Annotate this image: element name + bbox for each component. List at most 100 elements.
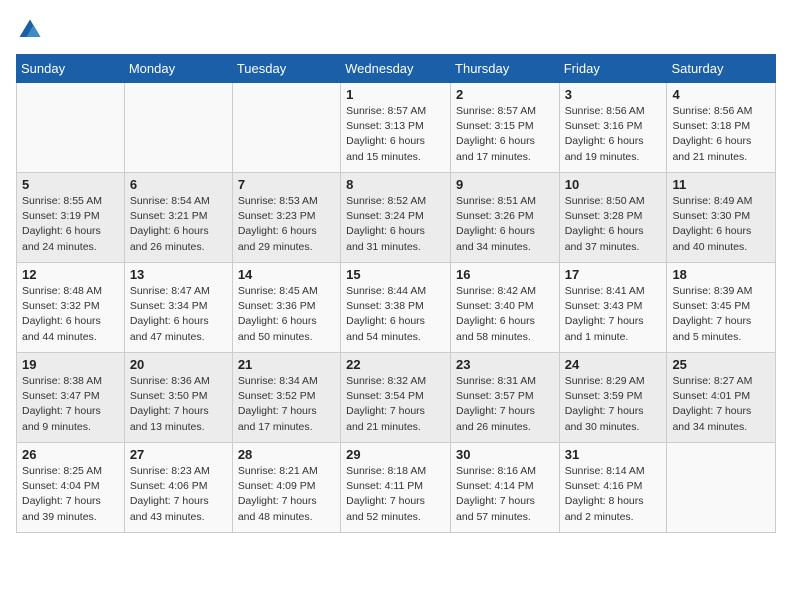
calendar-cell: 27 Sunrise: 8:23 AM Sunset: 4:06 PM Dayli… [124, 443, 232, 533]
calendar-cell: 16 Sunrise: 8:42 AM Sunset: 3:40 PM Dayli… [451, 263, 560, 353]
day-number: 23 [456, 357, 554, 372]
day-info: Sunrise: 8:25 AM Sunset: 4:04 PM Dayligh… [22, 464, 119, 525]
calendar-cell [667, 443, 776, 533]
calendar-cell: 14Sunrise: 8:45 AM Sunset: 3:36 PM Dayli… [232, 263, 340, 353]
day-number: 24 [565, 357, 662, 372]
day-number: 16 [456, 267, 554, 282]
calendar-cell: 21Sunrise: 8:34 AM Sunset: 3:52 PM Dayli… [232, 353, 340, 443]
calendar-week-row: 12 Sunrise: 8:48 AM Sunset: 3:32 PM Dayli… [17, 263, 776, 353]
day-of-week-header: Tuesday [232, 55, 340, 83]
calendar-cell [124, 83, 232, 173]
day-info: Sunrise: 8:14 AM Sunset: 4:16 PM Dayligh… [565, 464, 662, 525]
day-info: Sunrise: 8:36 AM Sunset: 3:50 PM Dayligh… [130, 374, 227, 435]
calendar-week-row: 5 Sunrise: 8:55 AM Sunset: 3:19 PM Daylig… [17, 173, 776, 263]
day-number: 31 [565, 447, 662, 462]
calendar-cell: 9 Sunrise: 8:51 AM Sunset: 3:26 PM Daylig… [451, 173, 560, 263]
day-of-week-header: Sunday [17, 55, 125, 83]
day-info: Sunrise: 8:27 AM Sunset: 4:01 PM Dayligh… [672, 374, 770, 435]
day-number: 28 [238, 447, 335, 462]
calendar-cell: 6 Sunrise: 8:54 AM Sunset: 3:21 PM Daylig… [124, 173, 232, 263]
day-info: Sunrise: 8:39 AM Sunset: 3:45 PM Dayligh… [672, 284, 770, 345]
calendar-header-row: SundayMondayTuesdayWednesdayThursdayFrid… [17, 55, 776, 83]
calendar-cell: 12 Sunrise: 8:48 AM Sunset: 3:32 PM Dayli… [17, 263, 125, 353]
calendar-cell: 3 Sunrise: 8:56 AM Sunset: 3:16 PM Daylig… [559, 83, 667, 173]
calendar-cell: 20 Sunrise: 8:36 AM Sunset: 3:50 PM Dayli… [124, 353, 232, 443]
day-number: 18 [672, 267, 770, 282]
day-number: 5 [22, 177, 119, 192]
calendar-cell: 8Sunrise: 8:52 AM Sunset: 3:24 PM Daylig… [341, 173, 451, 263]
calendar-week-row: 26 Sunrise: 8:25 AM Sunset: 4:04 PM Dayli… [17, 443, 776, 533]
day-number: 20 [130, 357, 227, 372]
day-number: 8 [346, 177, 445, 192]
day-info: Sunrise: 8:45 AM Sunset: 3:36 PM Dayligh… [238, 284, 335, 345]
calendar-cell: 10 Sunrise: 8:50 AM Sunset: 3:28 PM Dayli… [559, 173, 667, 263]
day-info: Sunrise: 8:55 AM Sunset: 3:19 PM Dayligh… [22, 194, 119, 255]
day-number: 6 [130, 177, 227, 192]
day-number: 9 [456, 177, 554, 192]
day-number: 11 [672, 177, 770, 192]
calendar-cell: 26 Sunrise: 8:25 AM Sunset: 4:04 PM Dayli… [17, 443, 125, 533]
calendar-cell: 15Sunrise: 8:44 AM Sunset: 3:38 PM Dayli… [341, 263, 451, 353]
day-info: Sunrise: 8:56 AM Sunset: 3:16 PM Dayligh… [565, 104, 662, 165]
day-info: Sunrise: 8:53 AM Sunset: 3:23 PM Dayligh… [238, 194, 335, 255]
calendar-cell: 2 Sunrise: 8:57 AM Sunset: 3:15 PM Daylig… [451, 83, 560, 173]
calendar-cell: 5 Sunrise: 8:55 AM Sunset: 3:19 PM Daylig… [17, 173, 125, 263]
day-of-week-header: Friday [559, 55, 667, 83]
day-number: 29 [346, 447, 445, 462]
day-info: Sunrise: 8:23 AM Sunset: 4:06 PM Dayligh… [130, 464, 227, 525]
calendar-cell: 28 Sunrise: 8:21 AM Sunset: 4:09 PM Dayli… [232, 443, 340, 533]
day-number: 22 [346, 357, 445, 372]
day-info: Sunrise: 8:38 AM Sunset: 3:47 PM Dayligh… [22, 374, 119, 435]
day-info: Sunrise: 8:57 AM Sunset: 3:13 PM Dayligh… [346, 104, 445, 165]
day-info: Sunrise: 8:18 AM Sunset: 4:11 PM Dayligh… [346, 464, 445, 525]
logo [16, 16, 48, 44]
day-info: Sunrise: 8:42 AM Sunset: 3:40 PM Dayligh… [456, 284, 554, 345]
calendar-cell: 17 Sunrise: 8:41 AM Sunset: 3:43 PM Dayli… [559, 263, 667, 353]
calendar-table: SundayMondayTuesdayWednesdayThursdayFrid… [16, 54, 776, 533]
day-number: 10 [565, 177, 662, 192]
day-number: 7 [238, 177, 335, 192]
calendar-cell: 29 Sunrise: 8:18 AM Sunset: 4:11 PM Dayli… [341, 443, 451, 533]
day-info: Sunrise: 8:31 AM Sunset: 3:57 PM Dayligh… [456, 374, 554, 435]
day-number: 25 [672, 357, 770, 372]
day-info: Sunrise: 8:56 AM Sunset: 3:18 PM Dayligh… [672, 104, 770, 165]
day-info: Sunrise: 8:50 AM Sunset: 3:28 PM Dayligh… [565, 194, 662, 255]
day-number: 3 [565, 87, 662, 102]
calendar-cell: 11 Sunrise: 8:49 AM Sunset: 3:30 PM Dayli… [667, 173, 776, 263]
day-number: 27 [130, 447, 227, 462]
day-of-week-header: Saturday [667, 55, 776, 83]
calendar-cell [17, 83, 125, 173]
day-number: 13 [130, 267, 227, 282]
day-number: 12 [22, 267, 119, 282]
day-number: 17 [565, 267, 662, 282]
page-header [16, 16, 776, 44]
day-number: 19 [22, 357, 119, 372]
day-number: 30 [456, 447, 554, 462]
day-number: 2 [456, 87, 554, 102]
day-info: Sunrise: 8:47 AM Sunset: 3:34 PM Dayligh… [130, 284, 227, 345]
day-info: Sunrise: 8:16 AM Sunset: 4:14 PM Dayligh… [456, 464, 554, 525]
calendar-cell: 7 Sunrise: 8:53 AM Sunset: 3:23 PM Daylig… [232, 173, 340, 263]
day-of-week-header: Thursday [451, 55, 560, 83]
day-info: Sunrise: 8:29 AM Sunset: 3:59 PM Dayligh… [565, 374, 662, 435]
calendar-cell: 4Sunrise: 8:56 AM Sunset: 3:18 PM Daylig… [667, 83, 776, 173]
calendar-cell: 1 Sunrise: 8:57 AM Sunset: 3:13 PM Daylig… [341, 83, 451, 173]
day-number: 1 [346, 87, 445, 102]
day-info: Sunrise: 8:49 AM Sunset: 3:30 PM Dayligh… [672, 194, 770, 255]
day-info: Sunrise: 8:44 AM Sunset: 3:38 PM Dayligh… [346, 284, 445, 345]
day-of-week-header: Monday [124, 55, 232, 83]
day-info: Sunrise: 8:32 AM Sunset: 3:54 PM Dayligh… [346, 374, 445, 435]
day-info: Sunrise: 8:51 AM Sunset: 3:26 PM Dayligh… [456, 194, 554, 255]
day-number: 26 [22, 447, 119, 462]
calendar-week-row: 1 Sunrise: 8:57 AM Sunset: 3:13 PM Daylig… [17, 83, 776, 173]
day-of-week-header: Wednesday [341, 55, 451, 83]
calendar-cell: 24 Sunrise: 8:29 AM Sunset: 3:59 PM Dayli… [559, 353, 667, 443]
calendar-cell [232, 83, 340, 173]
calendar-week-row: 19 Sunrise: 8:38 AM Sunset: 3:47 PM Dayli… [17, 353, 776, 443]
day-info: Sunrise: 8:48 AM Sunset: 3:32 PM Dayligh… [22, 284, 119, 345]
day-info: Sunrise: 8:41 AM Sunset: 3:43 PM Dayligh… [565, 284, 662, 345]
day-info: Sunrise: 8:21 AM Sunset: 4:09 PM Dayligh… [238, 464, 335, 525]
calendar-cell: 18 Sunrise: 8:39 AM Sunset: 3:45 PM Dayli… [667, 263, 776, 353]
day-info: Sunrise: 8:57 AM Sunset: 3:15 PM Dayligh… [456, 104, 554, 165]
day-info: Sunrise: 8:54 AM Sunset: 3:21 PM Dayligh… [130, 194, 227, 255]
